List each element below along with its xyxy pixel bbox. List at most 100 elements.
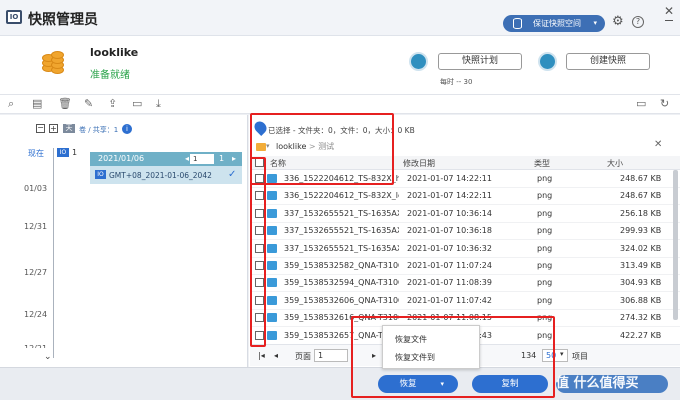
folder-open-icon[interactable]: ▭ xyxy=(132,98,142,110)
file-size: 248.67 KB xyxy=(620,174,662,183)
create-snapshot-button[interactable]: 创建快照 xyxy=(566,53,650,70)
file-size: 274.32 KB xyxy=(620,313,662,323)
table-row[interactable]: 337_1532655521_TS-1635AX_H... 2021-01-07 … xyxy=(250,222,680,241)
file-name: 337_1532655521_TS-1635AX_H... xyxy=(284,226,399,236)
snapshot-name: GMT+08_2021-01-06_2042 xyxy=(109,171,212,180)
file-date: 2021-01-07 10:36:32 xyxy=(407,243,492,253)
file-type: png xyxy=(537,174,553,183)
file-size: 422.27 KB xyxy=(620,330,662,340)
snapshot-schedule-button[interactable]: 快照计划 xyxy=(438,53,522,70)
table-row[interactable]: 359_1538532582_QNA-T310G1T... 2021-01-07 … xyxy=(250,257,680,275)
delete-icon[interactable]: 🗑 xyxy=(58,98,72,110)
timeline-date: 12/27 xyxy=(24,268,48,277)
file-size: 306.88 KB xyxy=(620,295,662,305)
vertical-scrollbar[interactable] xyxy=(673,170,678,320)
items-label: 项目 xyxy=(572,352,588,361)
info-icon[interactable]: i xyxy=(122,124,132,134)
guarantee-space-label: 保证快照空间 xyxy=(533,19,581,28)
file-name: 359_1538532606_QNA-T310G1T... xyxy=(284,295,399,305)
file-type: png xyxy=(537,191,553,201)
file-type: png xyxy=(537,243,553,253)
page-input[interactable]: 1 xyxy=(190,154,214,164)
table-row[interactable]: 359_1538532594_QNA-T310G1S... 2021-01-07 … xyxy=(250,274,680,293)
guarantee-space-button[interactable]: 保证快照空间 ▾ xyxy=(503,15,605,32)
close-icon[interactable]: ✕ xyxy=(664,4,674,18)
image-file-icon xyxy=(267,208,277,218)
watermark: 值 什么值得买 xyxy=(556,376,639,391)
expand-icon[interactable]: + xyxy=(49,124,58,133)
file-type: png xyxy=(537,208,553,218)
app-title: 快照管理员 xyxy=(28,12,98,28)
image-file-icon xyxy=(267,243,277,253)
file-type: png xyxy=(537,261,553,270)
minimize-icon[interactable] xyxy=(665,20,673,21)
timeline-date: 12/31 xyxy=(24,222,48,231)
file-size: 256.18 KB xyxy=(620,208,662,218)
gear-icon[interactable]: ⚙ xyxy=(612,15,626,29)
image-file-icon xyxy=(267,226,277,236)
share-icon[interactable]: ⇪ xyxy=(108,98,117,110)
image-file-icon xyxy=(267,278,277,288)
file-size: 299.93 KB xyxy=(620,226,662,236)
file-size: 313.49 KB xyxy=(620,261,662,270)
app-logo-icon: IO xyxy=(6,10,22,24)
image-file-icon xyxy=(267,313,277,323)
image-file-icon xyxy=(267,330,277,340)
calendar-icon xyxy=(409,52,428,71)
timeline-date: 12/24 xyxy=(24,310,48,319)
close-icon[interactable]: ✕ xyxy=(654,139,662,150)
volume-status: 准备就绪 xyxy=(90,70,130,81)
caret-down-icon: ▾ xyxy=(593,19,597,27)
camera-icon xyxy=(538,52,557,71)
file-date: 2021-01-07 10:36:14 xyxy=(407,208,492,218)
file-name: 336_1522204612_TS-832X_left-... xyxy=(284,191,399,201)
volume-name: looklike xyxy=(90,46,139,59)
tree-toggle[interactable]: 天 xyxy=(63,124,75,133)
first-page-icon[interactable]: |◂ xyxy=(258,351,265,360)
file-type: png xyxy=(537,278,553,288)
prev-page-icon[interactable]: ◂ xyxy=(274,351,278,360)
help-icon[interactable]: ? xyxy=(632,16,644,28)
toolbar: ⌕ ▤ 🗑 ✎ ⇪ ▭ ⤓ ▭ ↻ xyxy=(0,94,680,114)
next-page-icon[interactable]: ▸ xyxy=(232,154,236,163)
volume-coins-icon xyxy=(40,46,66,76)
check-icon: ✓ xyxy=(228,169,237,180)
window-icon[interactable]: ▭ xyxy=(636,98,646,110)
snapshot-badge-icon: IO xyxy=(95,170,106,179)
now-badge: IO xyxy=(57,148,69,157)
annotation-box xyxy=(351,316,555,398)
col-size[interactable]: 大小 xyxy=(607,158,623,169)
file-size: 248.67 KB xyxy=(620,191,662,201)
chevron-down-icon[interactable]: ⌄ xyxy=(44,352,52,362)
caret-down-icon[interactable]: ▾ xyxy=(560,350,564,358)
database-icon xyxy=(513,18,522,29)
col-date[interactable]: 修改日期 xyxy=(403,158,435,169)
refresh-icon[interactable]: ↻ xyxy=(660,98,669,110)
annotation-box xyxy=(250,157,266,347)
table-row[interactable]: 337_1532655521_TS-1635AX_Fr... 2021-01-07… xyxy=(250,205,680,223)
prev-page-icon[interactable]: ◂ xyxy=(185,154,189,163)
now-label: 现在 xyxy=(28,149,44,158)
tree-label: 卷 / 共享：1 xyxy=(79,126,119,134)
file-name: 337_1532655521_TS-1635AX_Fr... xyxy=(284,208,399,218)
date-group-label: 2021/01/06 xyxy=(98,154,145,163)
page-label: 页面 xyxy=(295,352,311,361)
page-input[interactable]: 1 xyxy=(314,349,348,362)
image-file-icon xyxy=(267,261,277,270)
file-date: 2021-01-07 11:07:42 xyxy=(407,295,492,305)
search-icon[interactable]: ⌕ xyxy=(8,98,14,110)
table-row[interactable]: 336_1522204612_TS-832X_left-... 2021-01-0… xyxy=(250,187,680,206)
download-icon[interactable]: ⤓ xyxy=(156,98,161,110)
page-total: 1 xyxy=(219,154,225,163)
collapse-icon[interactable]: − xyxy=(36,124,45,133)
edit-icon[interactable]: ✎ xyxy=(84,98,93,110)
file-date: 2021-01-07 11:08:39 xyxy=(407,278,492,288)
table-row[interactable]: 337_1532655521_TS-1635AX_Ri... 2021-01-07… xyxy=(250,240,680,258)
table-row[interactable]: 359_1538532606_QNA-T310G1T... 2021-01-07 … xyxy=(250,292,680,310)
file-name: 359_1538532582_QNA-T310G1T... xyxy=(284,261,399,270)
file-type: png xyxy=(537,295,553,305)
view-mode-icon[interactable]: ▤ xyxy=(32,98,42,110)
file-name: 337_1532655521_TS-1635AX_Ri... xyxy=(284,243,399,253)
schedule-info: 每时 -- 30 xyxy=(440,78,473,86)
col-type[interactable]: 类型 xyxy=(534,158,550,169)
